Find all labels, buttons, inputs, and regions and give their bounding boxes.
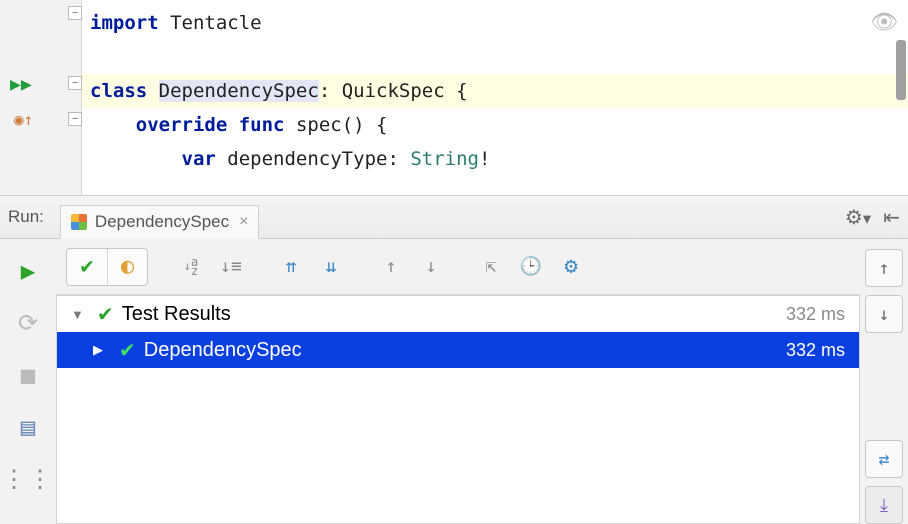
editor-gutter: − ▶▶ − ◉↑ − (0, 0, 82, 195)
expand-all-button[interactable]: ⇈ (274, 249, 308, 285)
variable-decl: dependencyType: (227, 148, 410, 170)
settings-gear-icon[interactable]: ⚙▾ (845, 205, 871, 230)
rerun-button[interactable]: ▶ (21, 257, 35, 285)
code-editor[interactable]: − ▶▶ − ◉↑ − 👁 import Tentacle class Depe… (0, 0, 908, 195)
hide-panel-icon[interactable]: ⇤ (883, 205, 900, 230)
test-toolbar: ✔ ◐ ↓a z ↓≡ ⇈ ⇊ ↑ ↓ ⇱ 🕒 ⚙ (56, 239, 860, 295)
close-tab-icon[interactable]: × (239, 213, 248, 231)
function-signature: spec() { (296, 114, 388, 136)
test-settings-button[interactable]: ⚙ (554, 249, 588, 285)
keyword-class: class (90, 80, 147, 102)
test-tree[interactable]: ▼ ✔ Test Results 332 ms ▶ ✔ DependencySp… (56, 295, 860, 524)
run-left-rail: ▶ ⟳ ■ ▤ ⋮⋮ (0, 239, 56, 524)
run-config-tab[interactable]: DependencySpec × (60, 205, 260, 239)
test-root-label: Test Results (122, 303, 786, 326)
filter-group: ✔ ◐ (66, 248, 148, 286)
export-results-button[interactable]: ⇱ (474, 249, 508, 285)
test-root-row[interactable]: ▼ ✔ Test Results 332 ms (57, 296, 859, 332)
more-actions-button[interactable]: ⋮⋮ (2, 465, 54, 493)
expand-arrow-icon[interactable]: ▶ (93, 342, 111, 358)
show-ignored-toggle[interactable]: ◐ (107, 249, 147, 285)
sort-alpha-button[interactable]: ↓a z (174, 249, 208, 285)
run-config-icon (71, 214, 87, 230)
keyword-func: func (239, 114, 285, 136)
soft-wrap-toggle[interactable]: ⇄ (865, 440, 903, 478)
toggle-auto-test-button[interactable]: ⟳ (18, 309, 38, 337)
code-area[interactable]: 👁 import Tentacle class DependencySpec: … (82, 0, 908, 195)
editor-scrollbar-thumb[interactable] (896, 40, 906, 100)
fold-toggle-icon[interactable]: − (68, 76, 82, 90)
scroll-up-button[interactable]: ↑ (865, 249, 903, 287)
run-config-name: DependencySpec (95, 212, 229, 232)
inspections-eye-icon[interactable]: 👁 (870, 6, 898, 40)
run-right-rail: ↑ ↓ ⇄ ⤓ (860, 239, 908, 524)
sort-duration-button[interactable]: ↓≡ (214, 249, 248, 285)
test-item-row[interactable]: ▶ ✔ DependencySpec 332 ms (57, 332, 859, 368)
superclass-name: QuickSpec (342, 80, 445, 102)
expand-arrow-icon[interactable]: ▼ (71, 307, 89, 322)
run-gutter-icon[interactable]: ▶▶ (10, 74, 32, 95)
type-name: String (410, 148, 479, 170)
run-panel: ▶ ⟳ ■ ▤ ⋮⋮ ✔ ◐ ↓a z ↓≡ ⇈ ⇊ ↑ ↓ ⇱ 🕒 ⚙ (0, 239, 908, 524)
pass-status-icon: ✔ (119, 338, 136, 363)
next-failed-button[interactable]: ↓ (414, 249, 448, 285)
pass-status-icon: ✔ (97, 302, 114, 327)
test-item-label: DependencySpec (144, 339, 786, 362)
scroll-down-button[interactable]: ↓ (865, 295, 903, 333)
import-results-button[interactable]: 🕒 (514, 249, 548, 285)
stop-button[interactable]: ■ (21, 361, 35, 389)
show-passed-toggle[interactable]: ✔ (67, 249, 107, 285)
fold-toggle-icon[interactable]: − (68, 6, 82, 20)
fold-toggle-icon[interactable]: − (68, 112, 82, 126)
module-name: Tentacle (170, 12, 262, 34)
keyword-import: import (90, 12, 159, 34)
keyword-var: var (182, 148, 216, 170)
test-root-time: 332 ms (786, 304, 845, 325)
run-label: Run: (8, 207, 44, 227)
scroll-to-end-toggle[interactable]: ⤓ (865, 486, 903, 524)
class-name: DependencySpec (159, 80, 319, 102)
collapse-all-button[interactable]: ⇊ (314, 249, 348, 285)
layout-button[interactable]: ▤ (21, 413, 35, 441)
test-item-time: 332 ms (786, 340, 845, 361)
test-results-panel: ✔ ◐ ↓a z ↓≡ ⇈ ⇊ ↑ ↓ ⇱ 🕒 ⚙ ▼ ✔ Test Resul… (56, 239, 860, 524)
breakpoint-override-icon[interactable]: ◉↑ (14, 110, 33, 129)
prev-failed-button[interactable]: ↑ (374, 249, 408, 285)
keyword-override: override (136, 114, 228, 136)
run-panel-header: Run: DependencySpec × ⚙▾ ⇤ (0, 195, 908, 239)
